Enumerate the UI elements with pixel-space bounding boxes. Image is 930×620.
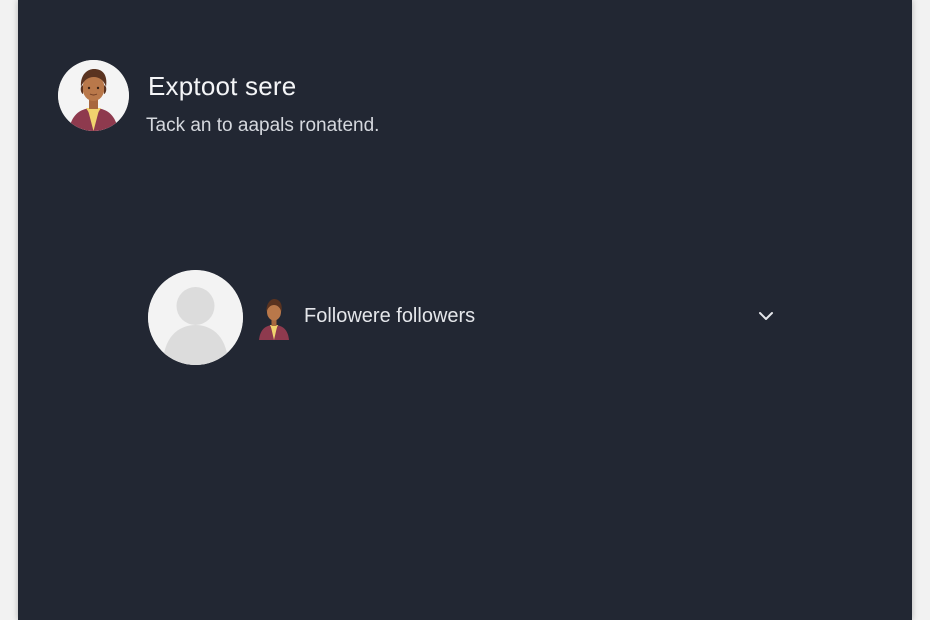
profile-avatar[interactable] <box>58 60 129 131</box>
followers-selector[interactable]: Followere followers <box>146 270 786 366</box>
user-placeholder-avatar <box>148 270 243 365</box>
default-user-icon <box>148 270 243 365</box>
page-title: Exptoot sere <box>148 71 297 101</box>
person-icon <box>256 296 292 340</box>
page-subtitle: Tack an to aapals ronatend. <box>146 115 380 136</box>
followers-label: Followere followers <box>304 305 476 327</box>
chevron-down-icon[interactable] <box>756 306 776 326</box>
dialog-window: Exptoot sere Tack an to aapals ronatend.… <box>18 0 912 620</box>
person-avatar-icon <box>58 60 129 131</box>
